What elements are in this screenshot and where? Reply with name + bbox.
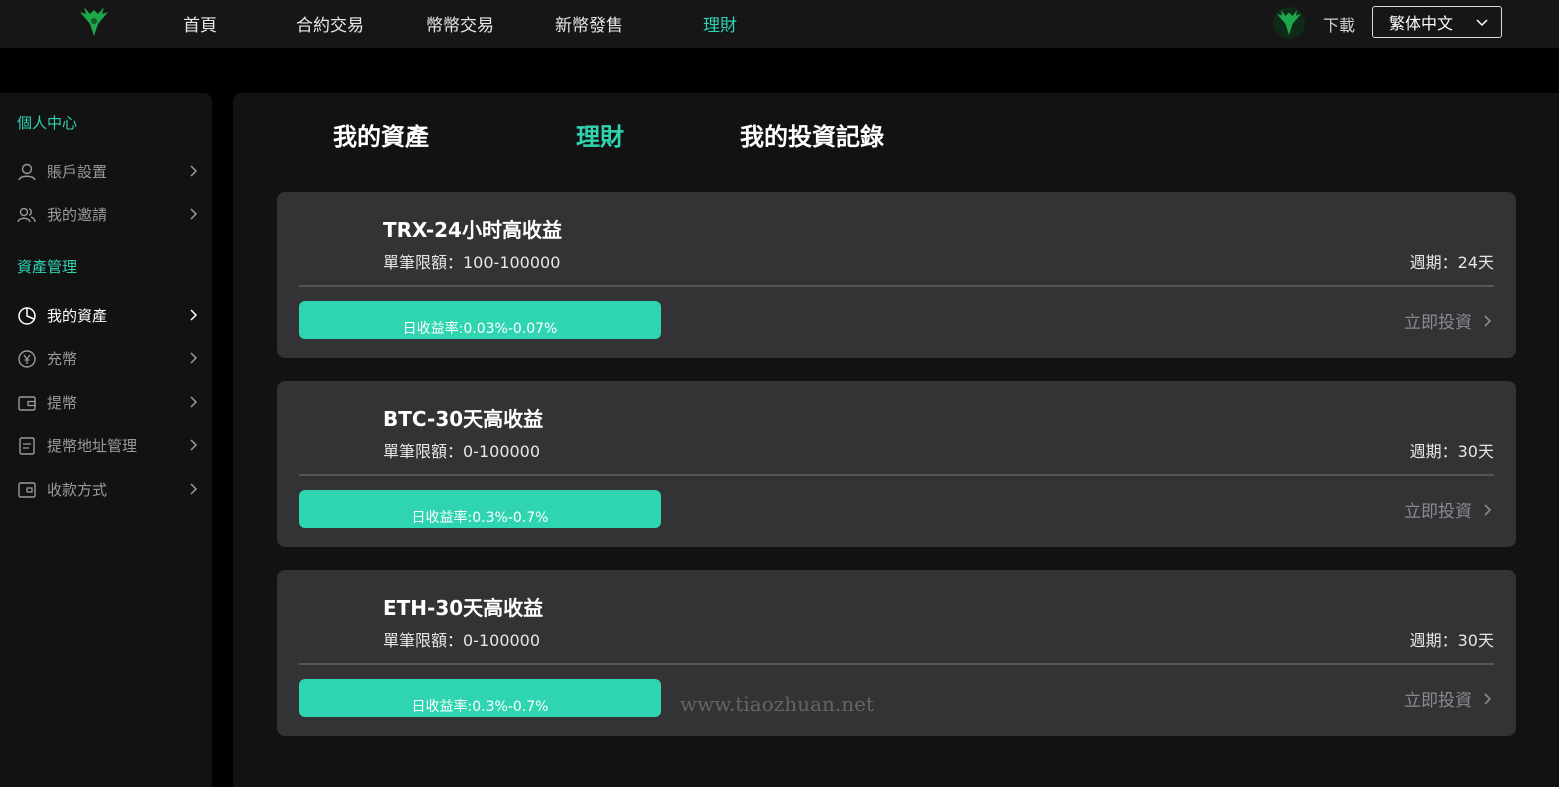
chevron-right-icon <box>190 208 198 220</box>
daily-rate-badge: 日收益率:0.3%-0.7% <box>299 490 661 528</box>
invest-now-label: 立即投資 <box>1404 691 1472 711</box>
phoenix-logo-icon[interactable] <box>76 4 112 40</box>
chevron-right-icon <box>1484 503 1492 516</box>
chevron-right-icon <box>1484 692 1492 705</box>
sidebar-item-withdraw-address[interactable]: 提幣地址管理 <box>0 430 212 460</box>
sidebar-item-deposit[interactable]: 充幣 <box>0 343 212 373</box>
chevron-right-icon <box>1484 314 1492 327</box>
product-period: 週期：30天 <box>1409 442 1494 461</box>
wallet-icon <box>18 396 36 411</box>
chevron-right-icon <box>190 309 198 321</box>
top-navigation: 首頁 合約交易 幣幣交易 新幣發售 理財 下載 繁体中文 <box>0 0 1559 48</box>
watermark-text: www.tiaozhuan.net <box>680 692 874 716</box>
card-divider <box>299 474 1494 476</box>
product-name: BTC-30天高收益 <box>383 407 544 431</box>
chevron-right-icon <box>190 165 198 177</box>
product-limit: 單筆限額：0-100000 <box>383 442 541 461</box>
download-app-icon[interactable] <box>1272 6 1306 40</box>
sidebar-item-label: 充幣 <box>47 350 78 368</box>
language-value: 繁体中文 <box>1389 14 1454 33</box>
users-icon <box>17 207 36 223</box>
card-divider <box>299 285 1494 287</box>
sidebar-item-my-invitations[interactable]: 我的邀請 <box>0 199 212 229</box>
pie-chart-icon <box>18 307 36 325</box>
invest-now-label: 立即投資 <box>1404 502 1472 522</box>
invest-now-button[interactable]: 立即投資 <box>1404 497 1494 522</box>
section-personal-center: 個人中心 <box>17 114 78 132</box>
nav-finance[interactable]: 理財 <box>703 11 737 36</box>
product-name: TRX-24小时高收益 <box>383 218 562 242</box>
product-period: 週期：24天 <box>1409 253 1494 272</box>
sidebar-item-label: 提幣地址管理 <box>47 437 138 455</box>
chevron-right-icon <box>190 396 198 408</box>
daily-rate-text: 日收益率:0.3%-0.7% <box>411 510 549 526</box>
tab-investment-records[interactable]: 我的投資記錄 <box>740 117 884 152</box>
sidebar-item-withdraw[interactable]: 提幣 <box>0 387 212 417</box>
sidebar-item-label: 收款方式 <box>47 481 108 499</box>
user-icon <box>18 163 36 181</box>
chevron-right-icon <box>190 352 198 364</box>
nav-contract-trading[interactable]: 合約交易 <box>296 11 364 36</box>
invest-now-button[interactable]: 立即投資 <box>1404 686 1494 711</box>
daily-rate-text: 日收益率:0.3%-0.7% <box>411 699 549 715</box>
product-name: ETH-30天高收益 <box>383 596 544 620</box>
nav-home[interactable]: 首頁 <box>183 11 217 36</box>
product-card: ETH-30天高收益 單筆限額：0-100000 週期：30天 日收益率:0.3… <box>277 570 1516 736</box>
sidebar-item-my-assets[interactable]: 我的資產 <box>0 300 212 330</box>
tab-finance[interactable]: 理財 <box>576 117 624 152</box>
product-period: 週期：30天 <box>1409 631 1494 650</box>
tab-my-assets[interactable]: 我的資產 <box>333 117 429 152</box>
sidebar: 個人中心 賬戶設置 我的邀請 資產管理 我的資產 充幣 提幣 提幣地址管理 收款… <box>0 93 212 787</box>
card-divider <box>299 663 1494 665</box>
document-icon <box>19 437 35 455</box>
card-icon <box>18 482 36 498</box>
invest-now-button[interactable]: 立即投資 <box>1404 308 1494 333</box>
product-card: BTC-30天高收益 單筆限額：0-100000 週期：30天 日收益率:0.3… <box>277 381 1516 547</box>
daily-rate-badge: 日收益率:0.3%-0.7% <box>299 679 661 717</box>
chevron-right-icon <box>190 483 198 495</box>
product-limit: 單筆限額：100-100000 <box>383 253 561 272</box>
section-asset-management: 資產管理 <box>17 258 78 276</box>
language-select[interactable]: 繁体中文 <box>1372 6 1502 38</box>
nav-new-coin-sale[interactable]: 新幣發售 <box>555 11 623 36</box>
sidebar-item-account-settings[interactable]: 賬戶設置 <box>0 156 212 186</box>
chevron-right-icon <box>190 439 198 451</box>
sidebar-item-payment-methods[interactable]: 收款方式 <box>0 474 212 504</box>
sidebar-item-label: 我的邀請 <box>47 206 108 224</box>
sidebar-item-label: 賬戶設置 <box>47 163 108 181</box>
product-card: TRX-24小时高收益 單筆限額：100-100000 週期：24天 日收益率:… <box>277 192 1516 358</box>
product-limit: 單筆限額：0-100000 <box>383 631 541 650</box>
daily-rate-badge: 日收益率:0.03%-0.07% <box>299 301 661 339</box>
chevron-down-icon <box>1476 19 1488 27</box>
yen-coin-icon <box>18 350 36 368</box>
download-link[interactable]: 下載 <box>1323 12 1355 36</box>
invest-now-label: 立即投資 <box>1404 313 1472 333</box>
sidebar-item-label: 提幣 <box>47 394 78 412</box>
daily-rate-text: 日收益率:0.03%-0.07% <box>402 321 558 337</box>
sidebar-item-label: 我的資產 <box>47 307 108 325</box>
nav-spot-trading[interactable]: 幣幣交易 <box>426 11 494 36</box>
main-panel: 我的資產 理財 我的投資記錄 TRX-24小时高收益 單筆限額：100-1000… <box>233 93 1559 787</box>
